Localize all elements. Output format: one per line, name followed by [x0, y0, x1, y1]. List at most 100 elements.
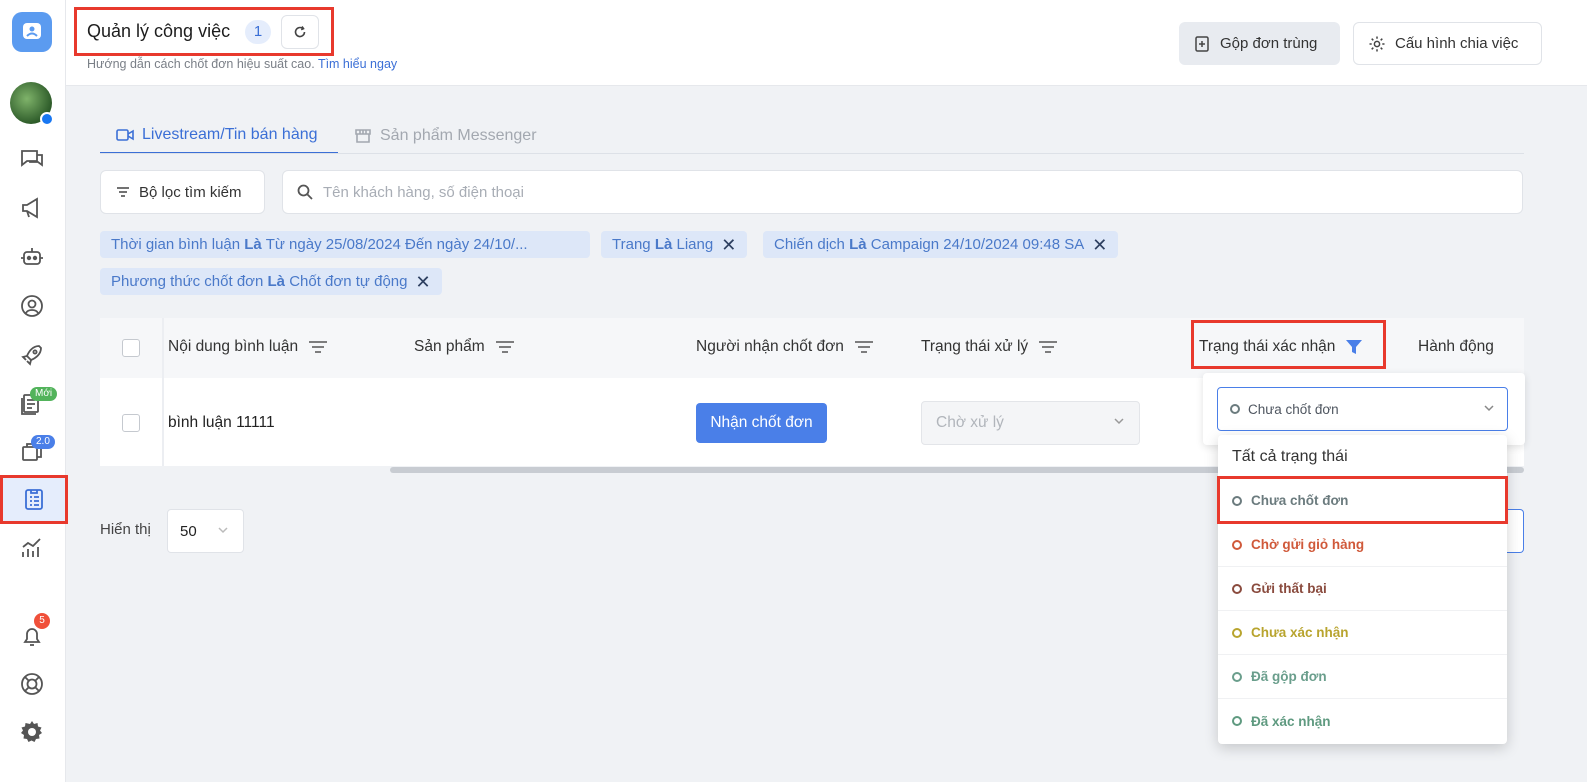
- confirm-status-select[interactable]: Chưa chốt đơn: [1217, 387, 1508, 431]
- rocket-icon: [21, 345, 42, 366]
- filter-chip-campaign[interactable]: Chiến dịch Là Campaign 24/10/2024 09:48 …: [763, 231, 1119, 258]
- select-all-checkbox[interactable]: [122, 339, 140, 357]
- gear-icon: [21, 721, 42, 742]
- search-input[interactable]: Tên khách hàng, số điện thoại: [282, 170, 1523, 214]
- page-title: Quản lý công việc: [87, 21, 231, 41]
- page-size-label: Hiển thị: [100, 521, 151, 538]
- filter-lines-icon: [117, 187, 129, 197]
- tab-livestream[interactable]: Livestream/Tin bán hàng: [100, 118, 338, 154]
- sidebar-item-task-management[interactable]: [1, 475, 67, 523]
- task-config-button[interactable]: Cấu hình chia việc: [1353, 22, 1542, 65]
- filter-chip-close-method[interactable]: Phương thức chốt đơn Là Chốt đơn tự động…: [100, 268, 442, 295]
- status-dot: [1232, 539, 1242, 550]
- tab-messenger-label: Sản phẩm Messenger: [380, 127, 537, 144]
- comment-cell: bình luận 11111: [168, 414, 275, 431]
- sidebar-item-support[interactable]: [12, 667, 52, 701]
- status-dot: [1232, 627, 1242, 638]
- chevron-down-icon: [1114, 418, 1124, 425]
- column-header-product: Sản phẩm: [414, 338, 515, 356]
- chip-close-icon[interactable]: ✕: [1092, 236, 1107, 254]
- page-size-select[interactable]: 50: [167, 509, 244, 553]
- chip-text: Phương thức chốt đơn Là Chốt đơn tự động: [111, 273, 408, 290]
- filter-chip-comment-time[interactable]: Thời gian bình luận Là Từ ngày 25/08/202…: [100, 231, 590, 258]
- tab-livestream-label: Livestream/Tin bán hàng: [142, 126, 318, 143]
- learn-more-link[interactable]: Tìm hiểu ngay: [318, 57, 397, 71]
- filter-chip-page[interactable]: Trang Là Liang ✕: [601, 231, 748, 258]
- column-header-process-status: Trạng thái xử lý: [921, 338, 1058, 356]
- search-icon: [297, 184, 313, 200]
- column-header-receiver: Người nhận chốt đơn: [696, 338, 874, 356]
- status-dot: [1232, 671, 1242, 682]
- clipboard-list-icon: [25, 489, 43, 510]
- chart-trend-icon: [22, 538, 41, 557]
- sidebar-item-customers[interactable]: [12, 289, 52, 323]
- store-icon: [355, 129, 371, 143]
- robot-icon: [21, 248, 43, 265]
- column-header-comment: Nội dung bình luận: [168, 338, 328, 356]
- version-badge: 2.0: [31, 435, 55, 449]
- search-filter-button[interactable]: Bộ lọc tìm kiếm: [100, 170, 265, 214]
- sidebar: Mới 2.0 5: [0, 0, 67, 782]
- column-filter-icon[interactable]: [1038, 339, 1058, 355]
- option-all-statuses[interactable]: Tất cả trạng thái: [1218, 435, 1507, 479]
- user-circle-icon: [21, 295, 43, 317]
- option-not-closed[interactable]: Chưa chốt đơn: [1218, 479, 1507, 523]
- chip-text: Trang Là Liang: [612, 236, 714, 253]
- status-dot: [1232, 495, 1242, 506]
- refresh-icon: [294, 26, 306, 38]
- new-badge: Mới: [30, 387, 58, 401]
- app-logo-icon[interactable]: [12, 12, 52, 52]
- chevron-down-icon: [218, 527, 228, 534]
- row-checkbox[interactable]: [122, 414, 140, 432]
- column-filter-icon[interactable]: [854, 339, 874, 355]
- receive-order-button[interactable]: Nhận chốt đơn: [696, 403, 827, 443]
- lifebuoy-icon: [21, 673, 43, 695]
- sidebar-item-campaigns[interactable]: [12, 191, 52, 225]
- chip-text: Chiến dịch Là Campaign 24/10/2024 09:48 …: [774, 236, 1085, 253]
- column-filter-icon[interactable]: [495, 339, 515, 355]
- status-dot: [1232, 583, 1242, 594]
- sidebar-item-conversations[interactable]: [12, 142, 52, 176]
- chat-icon: [21, 150, 43, 167]
- chip-text: Thời gian bình luận Là Từ ngày 25/08/202…: [111, 236, 528, 253]
- refresh-button[interactable]: [281, 15, 319, 49]
- chip-close-icon[interactable]: ✕: [721, 236, 736, 254]
- facebook-icon: [40, 112, 54, 126]
- merge-duplicates-button[interactable]: Gộp đơn trùng: [1179, 22, 1340, 65]
- config-button-label: Cấu hình chia việc: [1395, 35, 1519, 52]
- option-merged[interactable]: Đã gộp đơn: [1218, 655, 1507, 699]
- option-pending-cart[interactable]: Chờ gửi giỏ hàng: [1218, 523, 1507, 567]
- filter-button-label: Bộ lọc tìm kiếm: [139, 183, 242, 201]
- sidebar-item-reports[interactable]: [12, 531, 52, 565]
- merge-doc-icon: [1195, 35, 1209, 52]
- gear-outline-icon: [1369, 36, 1385, 51]
- column-divider: [162, 318, 164, 466]
- search-placeholder: Tên khách hàng, số điện thoại: [323, 183, 524, 201]
- chevron-down-icon: [1484, 405, 1494, 412]
- column-header-actions: Hành động: [1418, 338, 1494, 355]
- subtitle-text: Hướng dẫn cách chốt đơn hiệu suất cao.: [87, 57, 315, 71]
- merge-button-label: Gộp đơn trùng: [1220, 35, 1318, 52]
- status-dot: [1232, 716, 1242, 726]
- option-confirmed[interactable]: Đã xác nhận: [1218, 699, 1507, 743]
- video-camera-icon: [116, 129, 134, 141]
- option-send-failed[interactable]: Gửi thất bại: [1218, 567, 1507, 611]
- funnel-filled-icon[interactable]: [1345, 338, 1363, 356]
- column-header-confirm-status: Trạng thái xác nhận: [1199, 338, 1363, 356]
- status-dot: [1230, 404, 1240, 414]
- status-options-list: Tất cả trạng thái Chưa chốt đơn Chờ gửi …: [1218, 435, 1507, 744]
- page-avatar[interactable]: [10, 82, 54, 126]
- column-filter-icon[interactable]: [308, 339, 328, 355]
- tab-messenger-products[interactable]: Sản phẩm Messenger: [354, 118, 537, 154]
- megaphone-icon: [22, 197, 38, 219]
- sidebar-item-bot[interactable]: [12, 240, 52, 274]
- option-unconfirmed[interactable]: Chưa xác nhận: [1218, 611, 1507, 655]
- chip-close-icon[interactable]: ✕: [416, 273, 431, 291]
- sidebar-item-settings[interactable]: [12, 715, 52, 749]
- notification-count-badge: 5: [34, 613, 50, 629]
- task-count-badge: 1: [245, 20, 271, 44]
- sidebar-item-boost[interactable]: [12, 338, 52, 372]
- tabs-divider: [100, 153, 1524, 154]
- process-status-select: Chờ xử lý: [921, 401, 1140, 445]
- page-subtitle: Hướng dẫn cách chốt đơn hiệu suất cao. T…: [87, 57, 397, 71]
